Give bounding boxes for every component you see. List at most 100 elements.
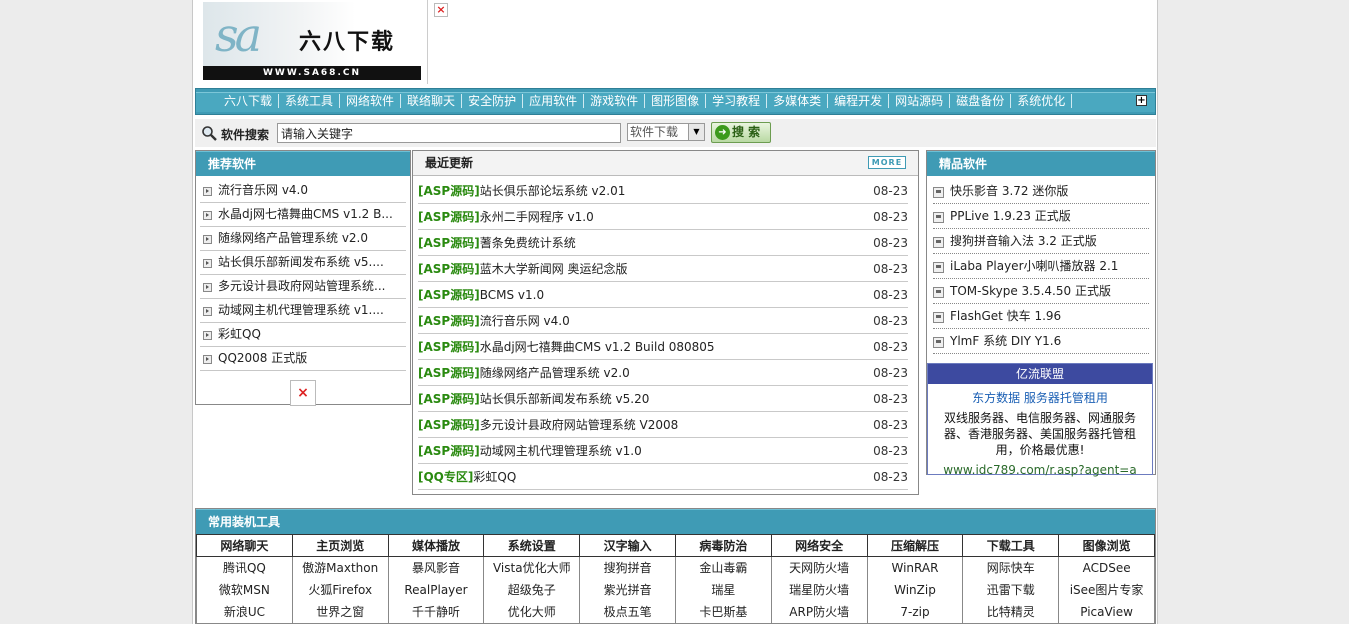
tool-link[interactable]: 7-zip bbox=[866, 600, 964, 623]
nav-item[interactable]: 系统工具 bbox=[279, 94, 341, 108]
item-title[interactable]: 彩虹QQ bbox=[473, 470, 516, 484]
search-button[interactable]: ➜ 搜 索 bbox=[711, 122, 771, 143]
expand-icon[interactable]: + bbox=[1136, 95, 1147, 106]
recommended-item[interactable]: 彩虹QQ bbox=[200, 323, 406, 347]
tool-link[interactable]: 新浪UC bbox=[196, 600, 293, 623]
latest-item[interactable]: [ASP源码]水晶dj网七禧舞曲CMS v1.2 Build 080805 08-… bbox=[418, 334, 908, 360]
recommended-item[interactable]: 多元设计县政府网站管理系统... bbox=[200, 275, 406, 299]
tool-link[interactable]: WinZip bbox=[866, 578, 964, 601]
site-logo[interactable]: sa 六八下载 WWW.SA68.CN bbox=[203, 2, 421, 80]
nav-item[interactable]: 六八下载 bbox=[220, 94, 280, 108]
recommended-item[interactable]: 水晶dj网七禧舞曲CMS v1.2 B... bbox=[200, 203, 406, 227]
latest-item[interactable]: [ASP源码]多元设计县政府网站管理系统 V2008 08-23 bbox=[418, 412, 908, 438]
category-tag[interactable]: ASP源码 bbox=[423, 236, 474, 250]
nav-item[interactable]: 编程开发 bbox=[828, 94, 890, 108]
tool-link[interactable]: 比特精灵 bbox=[962, 600, 1060, 623]
latest-item[interactable]: [ASP源码]蓍条免费统计系统 08-23 bbox=[418, 230, 908, 256]
category-tag[interactable]: ASP源码 bbox=[423, 340, 474, 354]
nav-item[interactable]: 图形图像 bbox=[645, 94, 707, 108]
tool-link[interactable]: 超级兔子 bbox=[483, 578, 581, 601]
nav-item[interactable]: 网络软件 bbox=[340, 94, 402, 108]
item-title[interactable]: 多元设计县政府网站管理系统 V2008 bbox=[480, 418, 679, 432]
search-category-select[interactable]: 软件下载 ▼ bbox=[627, 123, 705, 141]
item-title[interactable]: 水晶dj网七禧舞曲CMS v1.2 Build 080805 bbox=[480, 340, 715, 354]
tool-link[interactable]: 火狐Firefox bbox=[291, 578, 389, 601]
tool-link[interactable]: WinRAR bbox=[866, 556, 964, 579]
category-tag[interactable]: ASP源码 bbox=[423, 314, 474, 328]
latest-item[interactable]: [ASP源码]蓝木大学新闻网 奥运纪念版 08-23 bbox=[418, 256, 908, 282]
nav-item[interactable]: 磁盘备份 bbox=[950, 94, 1012, 108]
ad-box[interactable]: 亿流联盟 东方数据 服务器托管租用 双线服务器、电信服务器、网通服务器、香港服务… bbox=[927, 363, 1153, 477]
latest-item[interactable]: [ASP源码]站长俱乐部论坛系统 v2.01 08-23 bbox=[418, 178, 908, 204]
latest-item[interactable]: [QQ专区]彩虹QQ 08-23 bbox=[418, 464, 908, 490]
featured-item[interactable]: 搜狗拼音输入法 3.2 正式版 bbox=[933, 229, 1149, 254]
tool-link[interactable]: 迅雷下载 bbox=[962, 578, 1060, 601]
item-title[interactable]: 随缘网络产品管理系统 v2.0 bbox=[480, 366, 630, 380]
featured-item[interactable]: TOM-Skype 3.5.4.50 正式版 bbox=[933, 279, 1149, 304]
recommended-item[interactable]: 动域网主机代理管理系统 v1.... bbox=[200, 299, 406, 323]
item-title[interactable]: BCMS v1.0 bbox=[480, 288, 544, 302]
category-tag[interactable]: ASP源码 bbox=[423, 262, 474, 276]
category-tag[interactable]: ASP源码 bbox=[423, 184, 474, 198]
item-title[interactable]: 永州二手网程序 v1.0 bbox=[480, 210, 594, 224]
latest-item[interactable]: [ASP源码]随缘网络产品管理系统 v2.0 08-23 bbox=[418, 360, 908, 386]
tool-link[interactable]: RealPlayer bbox=[387, 578, 485, 601]
category-tag[interactable]: ASP源码 bbox=[423, 392, 474, 406]
tool-link[interactable]: 优化大师 bbox=[483, 600, 581, 623]
tool-link[interactable]: 紫光拼音 bbox=[579, 578, 676, 601]
nav-item[interactable]: 游戏软件 bbox=[584, 94, 646, 108]
tool-link[interactable]: 网际快车 bbox=[962, 556, 1060, 579]
tool-link[interactable]: 暴风影音 bbox=[387, 556, 485, 579]
item-title[interactable]: 蓍条免费统计系统 bbox=[480, 236, 576, 250]
ad-link[interactable]: 东方数据 服务器托管租用 bbox=[928, 389, 1152, 406]
item-title[interactable]: 站长俱乐部新闻发布系统 v5.20 bbox=[480, 392, 650, 406]
tool-link[interactable]: 千千静听 bbox=[387, 600, 485, 623]
item-title[interactable]: 流行音乐网 v4.0 bbox=[480, 314, 570, 328]
category-tag[interactable]: ASP源码 bbox=[423, 288, 474, 302]
featured-item[interactable]: 快乐影音 3.72 迷你版 bbox=[933, 179, 1149, 204]
tool-link[interactable]: Vista优化大师 bbox=[483, 556, 581, 579]
latest-item[interactable]: [ASP源码]站长俱乐部新闻发布系统 v5.20 08-23 bbox=[418, 386, 908, 412]
tool-link[interactable]: 世界之窗 bbox=[291, 600, 389, 623]
recommended-item[interactable]: 流行音乐网 v4.0 bbox=[200, 179, 406, 203]
ad-url[interactable]: www.idc789.com/r.asp?agent=a bbox=[928, 463, 1152, 477]
nav-item[interactable]: 多媒体类 bbox=[767, 94, 829, 108]
nav-item[interactable]: 联络聊天 bbox=[401, 94, 463, 108]
nav-item[interactable]: 应用软件 bbox=[523, 94, 585, 108]
category-tag[interactable]: ASP源码 bbox=[423, 366, 474, 380]
tool-link[interactable]: ACDSee bbox=[1058, 556, 1155, 579]
search-input[interactable] bbox=[277, 123, 621, 143]
category-tag[interactable]: ASP源码 bbox=[423, 444, 474, 458]
tool-link[interactable]: iSee图片专家 bbox=[1058, 578, 1155, 601]
item-title[interactable]: 站长俱乐部论坛系统 v2.01 bbox=[480, 184, 626, 198]
latest-item[interactable]: [ASP源码]流行音乐网 v4.0 08-23 bbox=[418, 308, 908, 334]
featured-item[interactable]: PPLive 1.9.23 正式版 bbox=[933, 204, 1149, 229]
tool-link[interactable]: 卡巴斯基 bbox=[674, 600, 772, 623]
featured-item[interactable]: YlmF 系统 DIY Y1.6 bbox=[933, 329, 1149, 354]
item-title[interactable]: 动域网主机代理管理系统 v1.0 bbox=[480, 444, 642, 458]
tool-link[interactable]: 瑞星 bbox=[674, 578, 772, 601]
tool-link[interactable]: 傲游Maxthon bbox=[291, 556, 389, 579]
nav-item[interactable]: 学习教程 bbox=[706, 94, 768, 108]
more-button[interactable]: MORE bbox=[868, 156, 906, 169]
tool-link[interactable]: 金山毒霸 bbox=[674, 556, 772, 579]
recommended-item[interactable]: 随缘网络产品管理系统 v2.0 bbox=[200, 227, 406, 251]
latest-item[interactable]: [ASP源码]BCMS v1.0 08-23 bbox=[418, 282, 908, 308]
category-tag[interactable]: ASP源码 bbox=[423, 418, 474, 432]
featured-item[interactable]: FlashGet 快车 1.96 bbox=[933, 304, 1149, 329]
tool-link[interactable]: 搜狗拼音 bbox=[579, 556, 676, 579]
latest-item[interactable]: [ASP源码]动域网主机代理管理系统 v1.0 08-23 bbox=[418, 438, 908, 464]
featured-item[interactable]: iLaba Player小喇叭播放器 2.1 bbox=[933, 254, 1149, 279]
tool-link[interactable]: 腾讯QQ bbox=[196, 556, 293, 579]
category-tag[interactable]: ASP源码 bbox=[423, 210, 474, 224]
recommended-item[interactable]: QQ2008 正式版 bbox=[200, 347, 406, 371]
tool-link[interactable]: 瑞星防火墙 bbox=[770, 578, 868, 601]
tool-link[interactable]: ARP防火墙 bbox=[770, 600, 868, 623]
latest-item[interactable]: [ASP源码]永州二手网程序 v1.0 08-23 bbox=[418, 204, 908, 230]
nav-item[interactable]: 系统优化 bbox=[1011, 94, 1073, 108]
nav-item[interactable]: 网站源码 bbox=[889, 94, 951, 108]
nav-item[interactable]: 安全防护 bbox=[462, 94, 524, 108]
item-title[interactable]: 蓝木大学新闻网 奥运纪念版 bbox=[480, 262, 628, 276]
tool-link[interactable]: 微软MSN bbox=[196, 578, 293, 601]
recommended-item[interactable]: 站长俱乐部新闻发布系统 v5.... bbox=[200, 251, 406, 275]
